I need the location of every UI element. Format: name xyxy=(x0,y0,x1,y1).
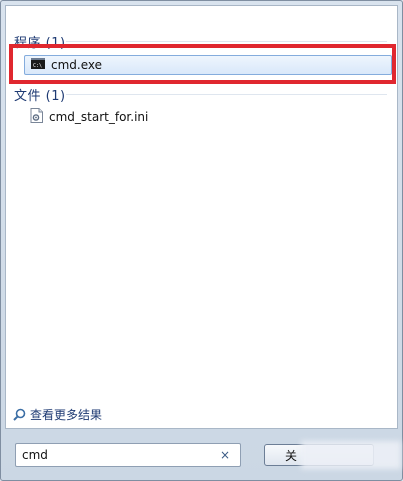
svg-text:C:\: C:\ xyxy=(33,63,42,69)
start-menu-window: 程序 (1) C:\ cmd.exe 文件 (1) cmd_start_for.… xyxy=(0,0,403,481)
result-item-label: cmd.exe xyxy=(51,58,103,72)
search-icon xyxy=(13,408,26,421)
cmd-console-icon: C:\ xyxy=(31,58,45,72)
watermark-blur xyxy=(301,441,401,469)
search-box[interactable]: × xyxy=(15,443,241,467)
files-group-divider xyxy=(66,94,387,95)
ini-file-icon xyxy=(30,108,43,126)
search-input[interactable] xyxy=(16,447,214,463)
clear-search-icon[interactable]: × xyxy=(220,448,230,462)
files-group-header: 文件 (1) xyxy=(14,89,66,104)
shutdown-button-label: 关 xyxy=(285,448,298,463)
result-item-cmd-start-for-ini[interactable]: cmd_start_for.ini xyxy=(24,107,392,127)
result-item-cmd-exe[interactable]: C:\ cmd.exe xyxy=(24,55,392,75)
search-results-panel: 程序 (1) C:\ cmd.exe 文件 (1) cmd_start_for.… xyxy=(5,5,398,429)
see-more-results-label: 查看更多结果 xyxy=(30,408,103,422)
result-item-label: cmd_start_for.ini xyxy=(49,110,149,124)
see-more-results-link[interactable]: 查看更多结果 xyxy=(13,406,102,423)
programs-group-divider xyxy=(66,41,387,42)
programs-group-header: 程序 (1) xyxy=(14,36,66,51)
